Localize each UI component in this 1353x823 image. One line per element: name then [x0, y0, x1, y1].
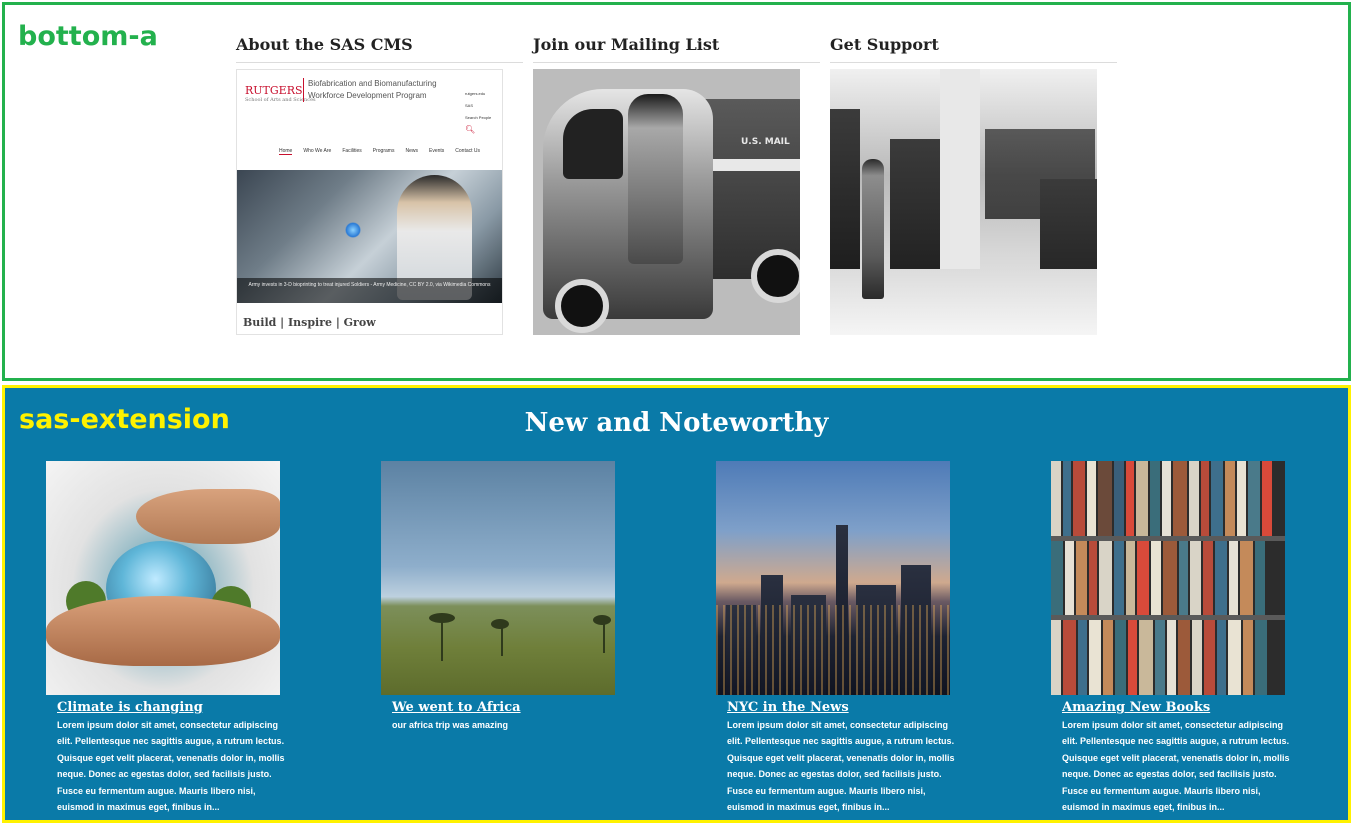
- sas-extension-region: sas-extension New and Noteworthy Climate…: [2, 385, 1351, 823]
- block-title-about: About the SAS CMS: [236, 34, 523, 63]
- card-excerpt: Lorem ipsum dolor sit amet, consectetur …: [1062, 720, 1290, 813]
- bookshelf-image[interactable]: [1051, 461, 1285, 695]
- eniac-computer-image[interactable]: [830, 69, 1097, 335]
- news-card: NYC in the News Lorem ipsum dolor sit am…: [716, 461, 961, 815]
- cms-nav-events: Events: [428, 148, 445, 154]
- lab-light: [345, 222, 361, 238]
- truck-wheel-front: [555, 279, 609, 333]
- news-card: Amazing New Books Lorem ipsum dolor sit …: [1051, 461, 1296, 815]
- card-excerpt: Lorem ipsum dolor sit amet, consectetur …: [57, 720, 285, 813]
- tree-trunk: [501, 626, 503, 656]
- truck-window: [563, 109, 623, 179]
- block-title-get-support: Get Support: [830, 34, 1117, 63]
- cms-nav-contact-us: Contact Us: [455, 148, 481, 154]
- card-excerpt: our africa trip was amazing: [392, 720, 509, 730]
- cms-tagline: Build | Inspire | Grow: [243, 316, 376, 329]
- bottom-a-region: bottom-a About the SAS CMS RUTGERS Schoo…: [2, 2, 1351, 381]
- program-title: Biofabrication and Biomanufacturing Work…: [303, 78, 458, 102]
- get-support-block: Get Support: [830, 34, 1117, 335]
- cms-nav-facilities: Facilities: [342, 148, 362, 154]
- about-sas-cms-block: About the SAS CMS RUTGERS School of Arts…: [236, 34, 523, 335]
- book-row: [1051, 541, 1285, 615]
- acacia-tree: [593, 615, 611, 625]
- acacia-tree: [491, 619, 509, 629]
- rutgers-logo-text: RUTGERS: [245, 84, 303, 97]
- tree-trunk: [603, 623, 605, 653]
- news-card: We went to Africa our africa trip was am…: [381, 461, 626, 733]
- top-hand: [136, 489, 280, 544]
- card-title-link[interactable]: Climate is changing: [57, 700, 291, 715]
- card-title-link[interactable]: We went to Africa: [392, 700, 626, 715]
- book-row: [1051, 461, 1285, 536]
- section-title: New and Noteworthy: [524, 408, 829, 438]
- card-title-link[interactable]: Amazing New Books: [1062, 700, 1296, 715]
- tree-trunk: [441, 621, 443, 661]
- cms-nav-programs: Programs: [372, 148, 395, 154]
- machine-panel-center: [890, 139, 940, 289]
- cms-hero-caption: Army invests in 3-D bioprinting to treat…: [237, 278, 502, 303]
- city-lights: [716, 605, 950, 695]
- block-title-mailing-list: Join our Mailing List: [533, 34, 820, 63]
- truck-wheel-rear: [751, 249, 800, 303]
- card-excerpt: Lorem ipsum dolor sit amet, consectetur …: [727, 720, 955, 813]
- africa-image[interactable]: [381, 461, 615, 695]
- mailing-list-block: Join our Mailing List U.S. MAIL: [533, 34, 820, 335]
- region-label-bottom-a: bottom-a: [18, 21, 158, 52]
- cms-nav-home: Home: [279, 148, 293, 155]
- search-icon: 🔍︎: [465, 125, 476, 134]
- util-link-search-people: Search People: [465, 115, 492, 120]
- util-link-sas: SAS: [465, 103, 474, 108]
- mail-carrier-figure: [628, 94, 683, 264]
- room-column: [940, 69, 980, 269]
- bottom-hand: [46, 596, 280, 666]
- climate-image[interactable]: [46, 461, 280, 695]
- cms-nav: Home Who We Are Facilities Programs News…: [279, 148, 480, 155]
- card-title-link[interactable]: NYC in the News: [727, 700, 961, 715]
- acacia-tree: [429, 613, 455, 623]
- operator-figure: [862, 159, 884, 299]
- news-card: Climate is changing Lorem ipsum dolor si…: [46, 461, 291, 815]
- book-row: [1051, 620, 1285, 695]
- cms-nav-news: News: [405, 148, 418, 154]
- cms-nav-who-we-are: Who We Are: [303, 148, 332, 154]
- sas-cms-screenshot-image[interactable]: RUTGERS School of Arts and Sciences Biof…: [236, 69, 503, 335]
- us-mail-label: U.S. MAIL: [741, 137, 790, 147]
- mail-truck-image[interactable]: U.S. MAIL: [533, 69, 800, 335]
- util-link-rutgers: rutgers.edu: [465, 91, 486, 96]
- machine-panel-left: [830, 109, 860, 269]
- utility-links: rutgers.edu SAS Search People 🔍︎: [465, 88, 491, 136]
- nyc-skyline-image[interactable]: [716, 461, 950, 695]
